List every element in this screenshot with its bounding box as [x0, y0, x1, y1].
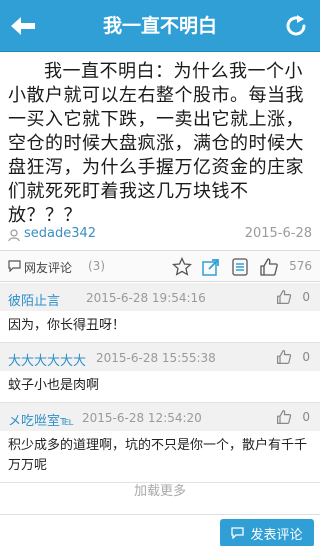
favorite-button[interactable] — [170, 255, 194, 279]
notes-button[interactable] — [228, 255, 252, 279]
comment-icon — [231, 527, 245, 539]
comment-item: 大大大大大大 2015-6-28 15:55:38 0 蚊子小也是肉啊 — [0, 343, 320, 403]
comment-text: 蚊子小也是肉啊 — [8, 378, 100, 393]
comment-icon — [8, 260, 21, 272]
post-comment-label: 发表评论 — [250, 527, 303, 543]
comment-item: 彼陌止言 2015-6-28 19:54:16 0 因为，你长得丑呀！ — [0, 283, 320, 343]
comments-count: (3) — [88, 259, 105, 273]
post-content: 我一直不明白：为什么我一个小小散户就可以左右整个股市。每当我一买入它就下跌，一卖… — [8, 60, 312, 228]
refresh-icon — [286, 15, 306, 36]
thumbs-up-icon — [260, 258, 278, 276]
comment-author[interactable]: メ吃咝室℡ — [8, 410, 74, 429]
like-count: 576 — [289, 259, 312, 273]
post-comment-button[interactable]: 发表评论 — [220, 519, 314, 546]
comment-header: 大大大大大大 2015-6-28 15:55:38 0 — [0, 343, 320, 371]
comment-header: 彼陌止言 2015-6-28 19:54:16 0 — [0, 283, 320, 311]
comments-label: 网友评论 — [24, 261, 73, 275]
thumbs-up-icon[interactable] — [276, 409, 292, 425]
page-title: 我一直不明白 — [102, 15, 217, 37]
comment-text: 因为，你长得丑呀！ — [8, 318, 126, 333]
comment-header: メ吃咝室℡ 2015-6-28 12:54:20 0 — [0, 403, 320, 431]
comment-item: メ吃咝室℡ 2015-6-28 12:54:20 0 积少成多的道理啊，坑的不只… — [0, 403, 320, 483]
comment-time: 2015-6-28 19:54:16 — [86, 291, 206, 305]
action-bar: 网友评论 (3) 576 — [0, 250, 320, 282]
back-button[interactable] — [6, 9, 40, 43]
comment-time: 2015-6-28 15:55:38 — [96, 351, 216, 365]
top-bar: 我一直不明白 — [0, 0, 320, 52]
comment-list: 彼陌止言 2015-6-28 19:54:16 0 因为，你长得丑呀！ 大大大大… — [0, 283, 320, 483]
load-more-button[interactable]: 加载更多 — [0, 474, 320, 510]
share-icon — [202, 259, 219, 276]
user-icon — [8, 229, 20, 242]
comment-like-count: 0 — [302, 290, 310, 304]
like-button[interactable] — [257, 255, 281, 279]
thumbs-up-icon[interactable] — [276, 349, 292, 365]
bottom-bar: 发表评论 — [0, 514, 320, 546]
comment-author[interactable]: 大大大大大大 — [8, 350, 86, 369]
post-username[interactable]: sedade342 — [24, 226, 96, 241]
thumbs-up-icon[interactable] — [276, 289, 292, 305]
refresh-button[interactable] — [280, 10, 312, 42]
star-icon — [172, 257, 192, 276]
post-meta: sedade342 2015-6-28 — [8, 226, 312, 246]
comment-author[interactable]: 彼陌止言 — [8, 290, 60, 309]
arrow-left-icon — [11, 17, 35, 35]
comment-like-count: 0 — [302, 350, 310, 364]
post-body: 我一直不明白：为什么我一个小小散户就可以左右整个股市。每当我一买入它就下跌，一卖… — [8, 61, 304, 226]
comment-time: 2015-6-28 12:54:20 — [82, 411, 202, 425]
comment-like-count: 0 — [302, 410, 310, 424]
post-date: 2015-6-28 — [244, 226, 312, 241]
notes-icon — [232, 258, 248, 276]
share-button[interactable] — [199, 255, 223, 279]
